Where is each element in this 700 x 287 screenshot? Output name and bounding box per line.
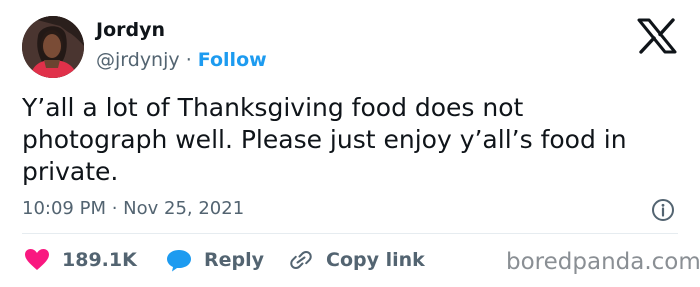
speech-bubble-icon	[167, 250, 191, 272]
copy-link-label: Copy link	[326, 249, 425, 271]
divider	[22, 233, 678, 234]
author-name[interactable]: Jordyn	[96, 18, 165, 42]
follow-button[interactable]: Follow	[198, 49, 267, 71]
copy-link-button[interactable]: Copy link	[288, 245, 425, 275]
watermark: boredpanda.com	[506, 249, 700, 275]
x-logo-icon[interactable]	[637, 18, 677, 54]
reply-label: Reply	[204, 249, 265, 271]
like-button[interactable]: 189.1K	[24, 245, 137, 275]
reply-button[interactable]: Reply	[166, 245, 264, 275]
tweet-text: Y’all a lot of Thanksgiving food does no…	[22, 93, 627, 186]
avatar[interactable]	[22, 16, 84, 78]
like-count: 189.1K	[62, 249, 137, 271]
tweet-card: Jordyn @jrdynjy · Follow Y’all a lot of …	[0, 0, 700, 287]
heart-icon	[25, 249, 49, 270]
tweet-timestamp[interactable]: 10:09 PM · Nov 25, 2021	[22, 197, 244, 221]
info-icon[interactable]	[651, 198, 675, 222]
author-meta: @jrdynjy · Follow	[96, 48, 267, 72]
author-handle[interactable]: @jrdynjy	[96, 49, 180, 71]
meta-separator: ·	[185, 49, 192, 71]
avatar-photo	[22, 16, 84, 78]
link-icon	[290, 250, 312, 270]
